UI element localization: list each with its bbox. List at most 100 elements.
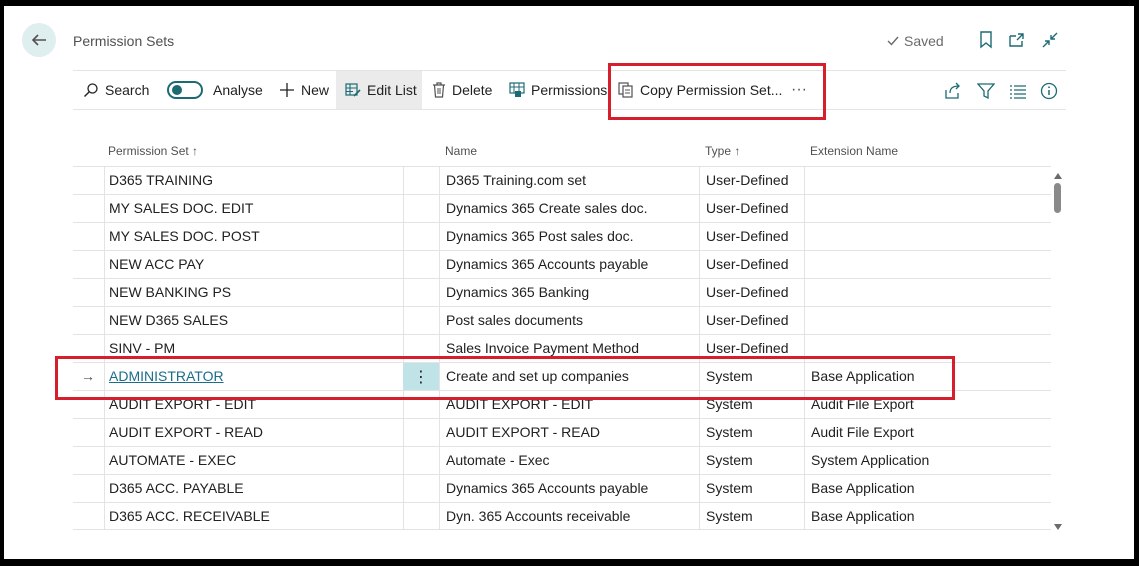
cell-name[interactable]: Automate - Exec (446, 447, 696, 474)
cell-extension-name[interactable]: System Application (811, 447, 1046, 474)
open-new-window-button[interactable] (1007, 30, 1027, 50)
column-header-extension-name[interactable]: Extension Name (810, 144, 898, 158)
cell-permission-set[interactable]: SINV - PM (109, 335, 399, 362)
cell-extension-name[interactable]: Audit File Export (811, 391, 1046, 418)
cell-type[interactable]: User-Defined (706, 223, 801, 250)
column-divider (699, 307, 700, 334)
vertical-scrollbar[interactable] (1052, 168, 1064, 535)
cell-name[interactable]: Post sales documents (446, 307, 696, 334)
column-divider (439, 363, 440, 390)
cell-name[interactable]: Dynamics 365 Create sales doc. (446, 195, 696, 222)
table-row[interactable]: NEW D365 SALES Post sales documents User-D… (73, 306, 1051, 334)
cell-type[interactable]: System (706, 503, 801, 530)
cell-permission-set[interactable]: MY SALES DOC. POST (109, 223, 399, 250)
cell-name[interactable]: D365 Training.com set (446, 167, 696, 194)
cell-type[interactable]: User-Defined (706, 279, 801, 306)
cell-extension-name[interactable]: Audit File Export (811, 419, 1046, 446)
scrollbar-thumb[interactable] (1054, 183, 1061, 213)
toggle-switch[interactable] (167, 81, 203, 99)
cell-extension-name[interactable] (811, 335, 1046, 362)
table-row[interactable]: NEW BANKING PS Dynamics 365 Banking User-D… (73, 278, 1051, 306)
bookmark-button[interactable] (976, 30, 996, 50)
table-row[interactable]: → ⋮ ADMINISTRATOR Create and set up compani… (73, 362, 1051, 390)
analyse-toggle[interactable]: Analyse (167, 71, 263, 109)
table-row[interactable]: SINV - PM Sales Invoice Payment Method Use… (73, 334, 1051, 362)
cell-permission-set[interactable]: NEW BANKING PS (109, 279, 399, 306)
cell-type[interactable]: System (706, 475, 801, 502)
cell-name[interactable]: AUDIT EXPORT - READ (446, 419, 696, 446)
cell-extension-name[interactable] (811, 307, 1046, 334)
cell-type[interactable]: System (706, 391, 801, 418)
cell-type[interactable]: User-Defined (706, 335, 801, 362)
table-row[interactable]: D365 ACC. PAYABLE Dynamics 365 Accounts p… (73, 474, 1051, 502)
filter-button[interactable] (976, 81, 996, 101)
cell-type[interactable]: User-Defined (706, 167, 801, 194)
back-button[interactable] (22, 23, 56, 57)
column-divider (403, 251, 404, 278)
table-row[interactable]: AUTOMATE - EXEC Automate - Exec System Syst… (73, 446, 1051, 474)
cell-extension-name[interactable]: Base Application (811, 363, 1046, 390)
more-icon: ··· (791, 81, 807, 98)
table-row[interactable]: NEW ACC PAY Dynamics 365 Accounts payable… (73, 250, 1051, 278)
cell-permission-set[interactable]: D365 TRAINING (109, 167, 399, 194)
share-button[interactable] (943, 81, 963, 101)
copy-permission-set-button[interactable]: Copy Permission Set... (618, 71, 782, 109)
table-row[interactable]: AUDIT EXPORT - EDIT AUDIT EXPORT - EDIT Sy… (73, 390, 1051, 418)
cell-permission-set[interactable]: AUTOMATE - EXEC (109, 447, 399, 474)
cell-permission-set[interactable]: D365 ACC. PAYABLE (109, 475, 399, 502)
cell-permission-set[interactable]: AUDIT EXPORT - READ (109, 419, 399, 446)
cell-type[interactable]: User-Defined (706, 251, 801, 278)
cell-name[interactable]: Create and set up companies (446, 363, 696, 390)
collapse-button[interactable] (1040, 30, 1060, 50)
cell-extension-name[interactable]: Base Application (811, 503, 1046, 530)
table-row[interactable]: AUDIT EXPORT - READ AUDIT EXPORT - READ Sy… (73, 418, 1051, 446)
cell-name[interactable]: Sales Invoice Payment Method (446, 335, 696, 362)
cell-type[interactable]: System (706, 363, 801, 390)
delete-button[interactable]: Delete (432, 71, 492, 109)
permissions-button[interactable]: Permissions (509, 71, 607, 109)
table-row[interactable]: MY SALES DOC. POST Dynamics 365 Post sale… (73, 222, 1051, 250)
scroll-up-icon[interactable] (1053, 172, 1063, 180)
cell-type[interactable]: System (706, 447, 801, 474)
cell-permission-set[interactable]: NEW ACC PAY (109, 251, 399, 278)
cell-extension-name[interactable] (811, 223, 1046, 250)
cell-type[interactable]: System (706, 419, 801, 446)
cell-extension-name[interactable] (811, 279, 1046, 306)
more-actions-button[interactable]: ··· (791, 71, 807, 109)
cell-permission-set[interactable]: AUDIT EXPORT - EDIT (109, 391, 399, 418)
column-divider (699, 279, 700, 306)
cell-extension-name[interactable] (811, 251, 1046, 278)
cell-name[interactable]: Dyn. 365 Accounts receivable (446, 503, 696, 530)
info-button[interactable] (1039, 81, 1059, 101)
scroll-down-icon[interactable] (1053, 523, 1063, 531)
row-actions-button[interactable]: ⋮ (403, 363, 439, 390)
column-divider (104, 447, 105, 474)
table-row[interactable]: D365 ACC. RECEIVABLE Dyn. 365 Accounts re… (73, 502, 1051, 530)
cell-extension-name[interactable] (811, 195, 1046, 222)
list-view-button[interactable] (1008, 81, 1028, 101)
column-header-permission-set[interactable]: Permission Set ↑ (108, 144, 198, 158)
cell-name[interactable]: Dynamics 365 Post sales doc. (446, 223, 696, 250)
cell-name[interactable]: Dynamics 365 Banking (446, 279, 696, 306)
table-row[interactable]: MY SALES DOC. EDIT Dynamics 365 Create sa… (73, 194, 1051, 222)
column-header-type[interactable]: Type ↑ (705, 144, 740, 158)
new-button[interactable]: New (279, 71, 329, 109)
cell-name[interactable]: Dynamics 365 Accounts payable (446, 475, 696, 502)
cell-type[interactable]: User-Defined (706, 307, 801, 334)
edit-list-button[interactable]: Edit List (336, 71, 422, 109)
cell-permission-set[interactable]: ADMINISTRATOR (109, 363, 399, 390)
cell-extension-name[interactable] (811, 167, 1046, 194)
cell-name[interactable]: Dynamics 365 Accounts payable (446, 251, 696, 278)
cell-type[interactable]: User-Defined (706, 195, 801, 222)
cell-permission-set[interactable]: D365 ACC. RECEIVABLE (109, 503, 399, 530)
cell-permission-set[interactable]: MY SALES DOC. EDIT (109, 195, 399, 222)
cell-permission-set[interactable]: NEW D365 SALES (109, 307, 399, 334)
edit-list-icon (345, 83, 361, 97)
plus-icon (280, 83, 294, 97)
search-button[interactable]: Search (83, 71, 149, 109)
table-row[interactable]: D365 TRAINING D365 Training.com set User-D… (73, 166, 1051, 194)
column-header-name[interactable]: Name (445, 144, 477, 158)
column-divider (439, 195, 440, 222)
cell-name[interactable]: AUDIT EXPORT - EDIT (446, 391, 696, 418)
cell-extension-name[interactable]: Base Application (811, 475, 1046, 502)
